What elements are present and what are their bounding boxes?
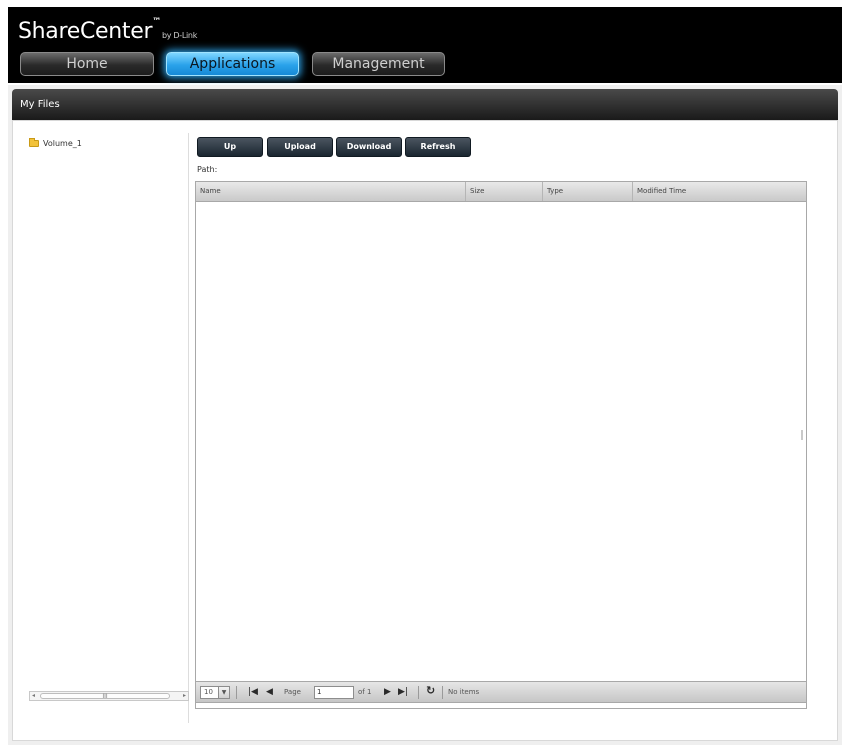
file-grid: Name Size Type Modified Time	[195, 181, 807, 709]
tree-divider	[188, 133, 189, 723]
column-header-name[interactable]: Name	[196, 182, 466, 201]
scroll-thumb[interactable]: III	[40, 693, 170, 700]
tab-home[interactable]: Home	[20, 52, 154, 76]
path-label: Path:	[197, 165, 218, 174]
page-label: Page	[284, 688, 301, 696]
brand-trademark: ™	[152, 17, 161, 27]
next-page-icon[interactable]: ▶	[384, 686, 391, 699]
page-size-select[interactable]: 10 ▼	[200, 686, 230, 699]
grid-scroll-indicator[interactable]	[801, 430, 803, 440]
scroll-left-arrow-icon[interactable]: ◂	[32, 692, 35, 700]
refresh-button[interactable]: Refresh	[405, 137, 471, 157]
pagination-bar: 10 ▼ |◀ ◀ Page 1 of 1 ▶ ▶| ↻ No items	[195, 681, 807, 703]
brand-by-dlink: by D-Link	[161, 31, 198, 40]
column-header-modified-time[interactable]: Modified Time	[633, 182, 806, 201]
tab-applications[interactable]: Applications	[166, 52, 299, 76]
first-page-icon[interactable]: |◀	[248, 686, 258, 699]
folder-icon	[29, 138, 39, 147]
pager-status: No items	[448, 688, 480, 696]
pager-separator	[236, 686, 237, 699]
up-button[interactable]: Up	[197, 137, 263, 157]
refresh-icon[interactable]: ↻	[426, 684, 435, 697]
top-header: ShareCenter™by D-Link Home Applications …	[8, 7, 842, 83]
main-panel: My Files Volume_1 ◂ III ▸ Up Upload Down…	[8, 85, 842, 745]
last-page-icon[interactable]: ▶|	[398, 686, 408, 699]
scroll-right-arrow-icon[interactable]: ▸	[183, 692, 186, 700]
panel-title: My Files	[12, 89, 838, 120]
chevron-down-icon[interactable]: ▼	[218, 687, 229, 698]
page-size-value: 10	[204, 688, 213, 696]
prev-page-icon[interactable]: ◀	[266, 686, 273, 699]
grid-header: Name Size Type Modified Time	[196, 182, 806, 202]
tab-management[interactable]: Management	[312, 52, 445, 76]
pager-separator	[442, 686, 443, 699]
page-of-label: of 1	[358, 688, 372, 696]
column-header-type[interactable]: Type	[543, 182, 633, 201]
pager-separator	[418, 686, 419, 699]
tree-item-label: Volume_1	[43, 139, 82, 148]
tree-item-volume-1[interactable]: Volume_1	[29, 138, 82, 148]
column-header-size[interactable]: Size	[466, 182, 543, 201]
brand-name: ShareCenter	[18, 19, 153, 44]
download-button[interactable]: Download	[336, 137, 402, 157]
upload-button[interactable]: Upload	[267, 137, 333, 157]
page-number-input[interactable]: 1	[314, 686, 354, 699]
tree-horizontal-scrollbar[interactable]: ◂ III ▸	[29, 691, 189, 701]
brand-logo: ShareCenter™by D-Link	[18, 17, 198, 44]
content-area: Volume_1 ◂ III ▸ Up Upload Download Refr…	[12, 120, 838, 741]
